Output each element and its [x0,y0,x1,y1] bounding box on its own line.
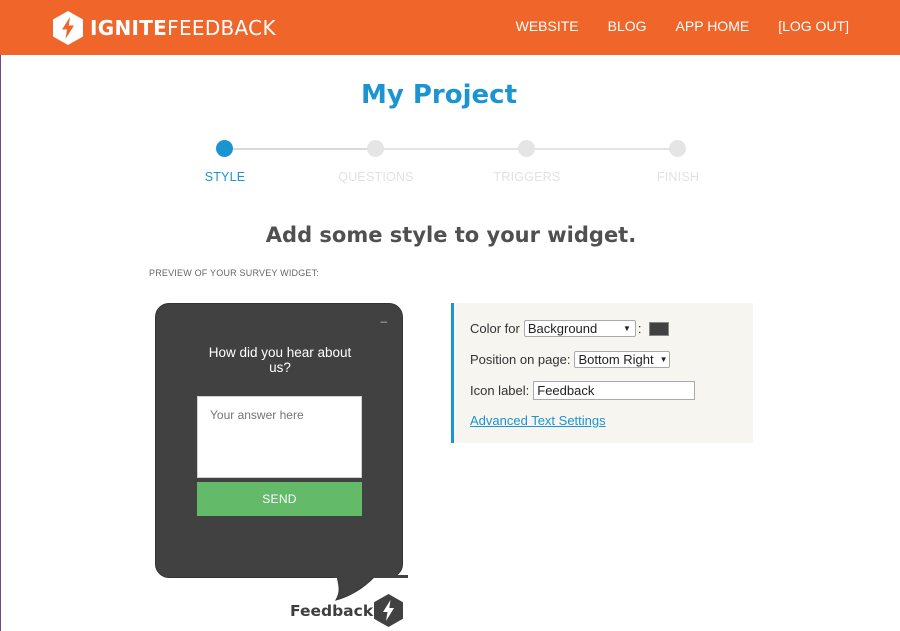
color-swatch-picker[interactable] [649,321,670,336]
color-target-select[interactable]: Background ▼ [523,320,636,337]
nav-website-link[interactable]: WEBSITE [516,18,579,34]
survey-widget-preview: – How did you hear about us? SEND [155,303,403,578]
dropdown-caret-icon: ▼ [659,355,668,364]
step-label-triggers[interactable]: TRIGGERS [467,170,587,184]
style-settings-panel: Color for Background ▼ : Position on pag… [451,303,753,443]
dropdown-caret-icon: ▼ [622,324,631,333]
step-dot-questions[interactable] [367,140,384,157]
step-label-finish[interactable]: FINISH [618,170,738,184]
step-label-questions[interactable]: QUESTIONS [316,170,436,184]
advanced-text-settings-link[interactable]: Advanced Text Settings [470,413,606,428]
nav-app-home-link[interactable]: APP HOME [676,18,750,34]
lightning-hex-icon[interactable] [373,593,404,628]
lightning-hex-icon [53,11,83,45]
position-setting-row: Position on page: Bottom Right ▼ [470,351,671,368]
widget-question: How did you hear about us? [208,345,352,375]
step-dot-triggers[interactable] [518,140,535,157]
position-select[interactable]: Bottom Right ▼ [574,351,671,368]
color-label: Color for [470,321,520,336]
section-heading: Add some style to your widget. [265,223,637,247]
brand-logo[interactable]: IGNITEFEEDBACK [52,10,276,46]
top-navigation-bar: IGNITEFEEDBACK WEBSITE BLOG APP HOME [LO… [0,0,900,55]
page-title: My Project [361,80,517,110]
color-setting-row: Color for Background ▼ : [470,320,670,337]
minimize-icon[interactable]: – [380,314,387,328]
stepper-track-progress [225,148,375,150]
brand-name: IGNITEFEEDBACK [90,16,276,40]
step-label-style[interactable]: STYLE [165,170,285,184]
step-dot-style[interactable] [216,140,233,157]
nav-blog-link[interactable]: BLOG [608,18,647,34]
widget-tab-label[interactable]: Feedback [290,602,373,620]
icon-label-label: Icon label: [470,383,530,398]
main-nav: WEBSITE BLOG APP HOME [LOG OUT] [516,18,849,34]
widget-send-button[interactable]: SEND [197,482,362,516]
step-dot-finish[interactable] [669,140,686,157]
widget-answer-input[interactable] [197,396,362,478]
preview-caption: PREVIEW OF YOUR SURVEY WIDGET: [149,268,320,278]
icon-label-row: Icon label: [470,381,696,400]
icon-label-input[interactable] [533,381,696,400]
position-label: Position on page: [470,352,571,367]
nav-logout-link[interactable]: [LOG OUT] [778,18,849,34]
color-suffix: : [637,321,642,336]
